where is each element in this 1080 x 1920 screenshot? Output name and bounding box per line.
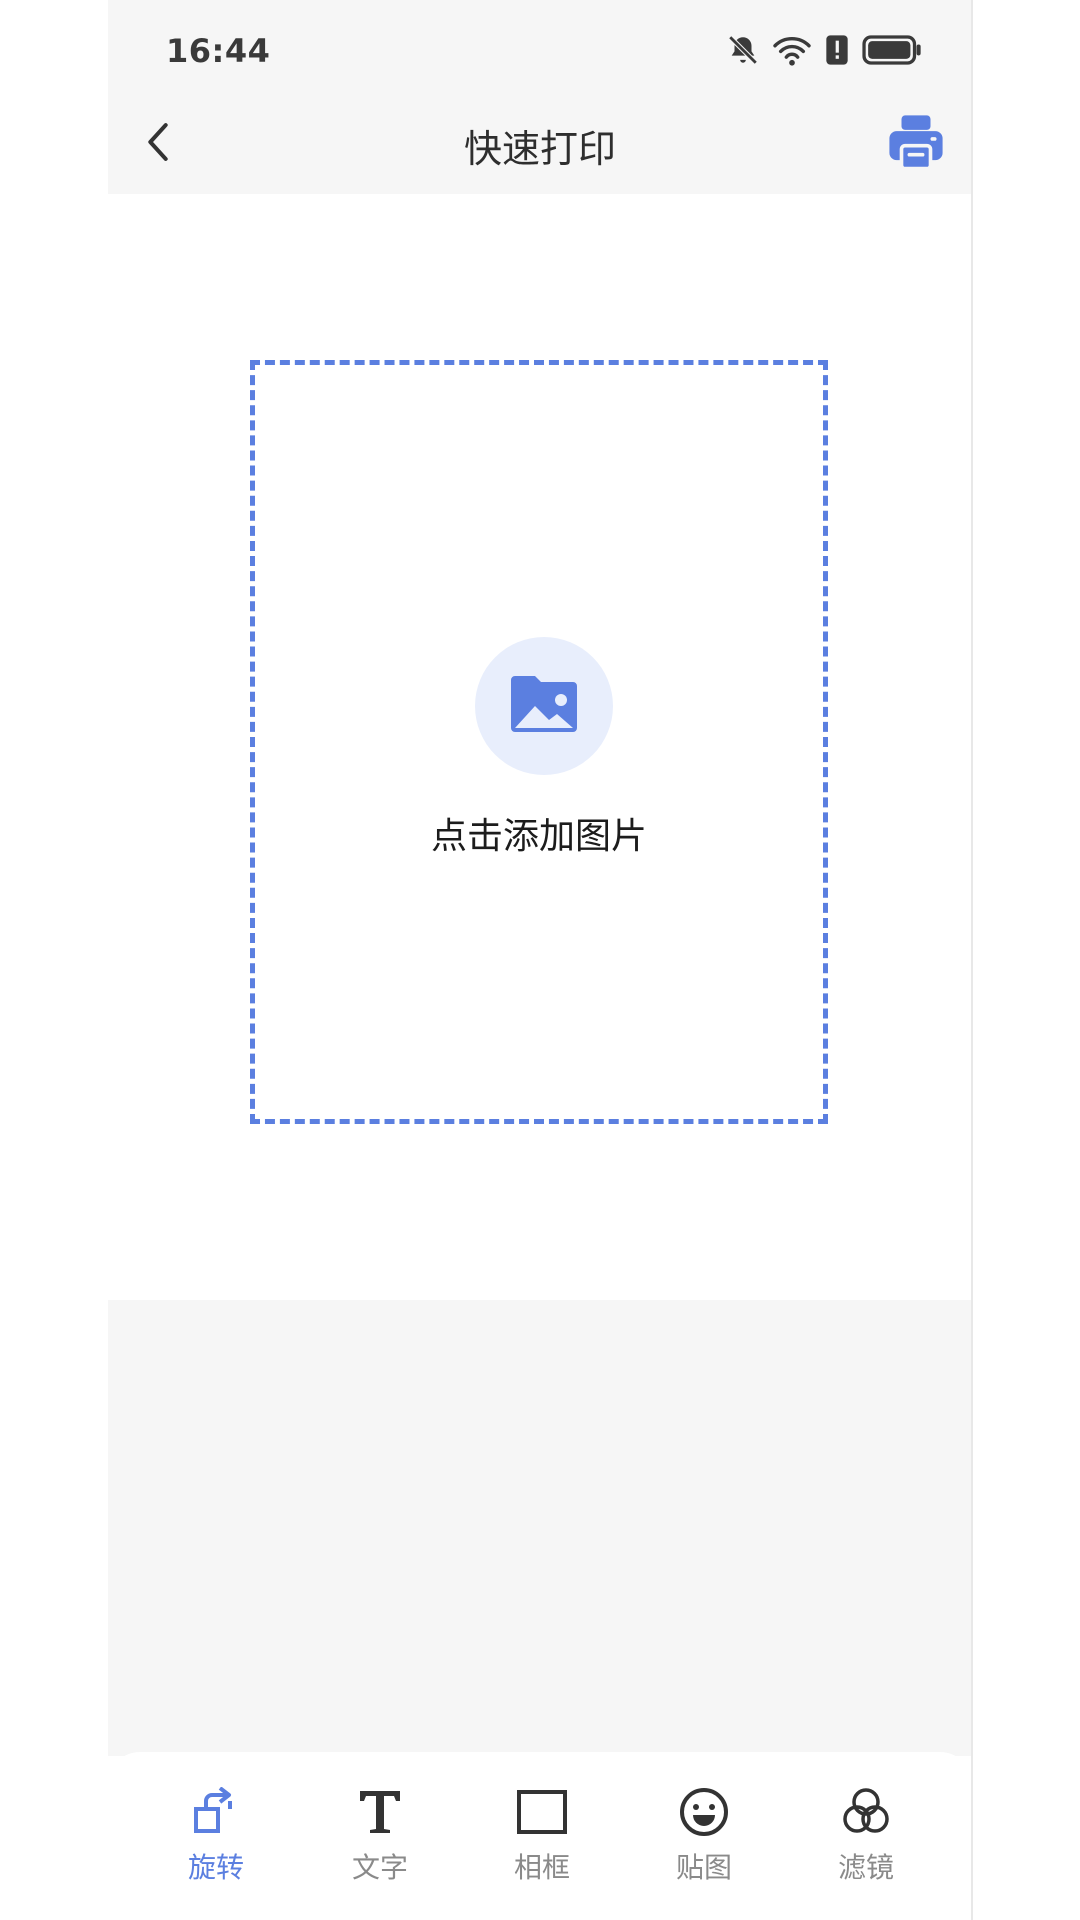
add-image-dropzone[interactable]: 点击添加图片 <box>250 360 828 1124</box>
image-icon <box>509 674 579 738</box>
rotate-icon <box>186 1782 246 1842</box>
wifi-icon <box>772 33 812 71</box>
status-bar: 16:44 <box>108 0 972 96</box>
add-image-button[interactable] <box>475 637 613 775</box>
sticker-icon <box>674 1782 734 1842</box>
battery-icon <box>862 35 922 69</box>
tool-frame-label: 相框 <box>513 1851 570 1884</box>
screen: 16:44 快速打印 点击添加图片 旋转 文字 相框 贴图 滤镜 <box>0 0 1080 1920</box>
bottom-toolbar: 旋转 文字 相框 贴图 滤镜 <box>108 1752 972 1920</box>
header-bar: 快速打印 <box>108 96 972 194</box>
status-icons <box>726 32 922 72</box>
tool-rotate[interactable]: 旋转 <box>156 1782 276 1892</box>
bell-off-icon <box>726 33 760 71</box>
printer-icon <box>887 113 945 175</box>
tool-filter[interactable]: 滤镜 <box>806 1782 926 1892</box>
alert-icon <box>824 34 850 70</box>
workspace-background <box>108 1300 972 1756</box>
app-window: 16:44 快速打印 点击添加图片 旋转 文字 相框 贴图 滤镜 <box>108 0 972 1920</box>
tool-text[interactable]: 文字 <box>320 1782 440 1892</box>
tool-text-label: 文字 <box>351 1851 408 1884</box>
print-button[interactable] <box>884 112 948 176</box>
frame-icon <box>512 1782 572 1842</box>
screen-edge-divider <box>971 0 973 1920</box>
status-time: 16:44 <box>166 32 271 70</box>
filter-icon <box>836 1782 896 1842</box>
canvas-area: 点击添加图片 <box>108 194 972 1300</box>
tool-sticker[interactable]: 贴图 <box>644 1782 764 1892</box>
tool-sticker-label: 贴图 <box>675 1851 732 1884</box>
tool-filter-label: 滤镜 <box>837 1851 894 1884</box>
tool-rotate-label: 旋转 <box>187 1851 244 1884</box>
text-icon <box>350 1782 410 1842</box>
add-image-label: 点击添加图片 <box>430 816 647 857</box>
page-title: 快速打印 <box>463 127 616 171</box>
tool-frame[interactable]: 相框 <box>482 1782 602 1892</box>
